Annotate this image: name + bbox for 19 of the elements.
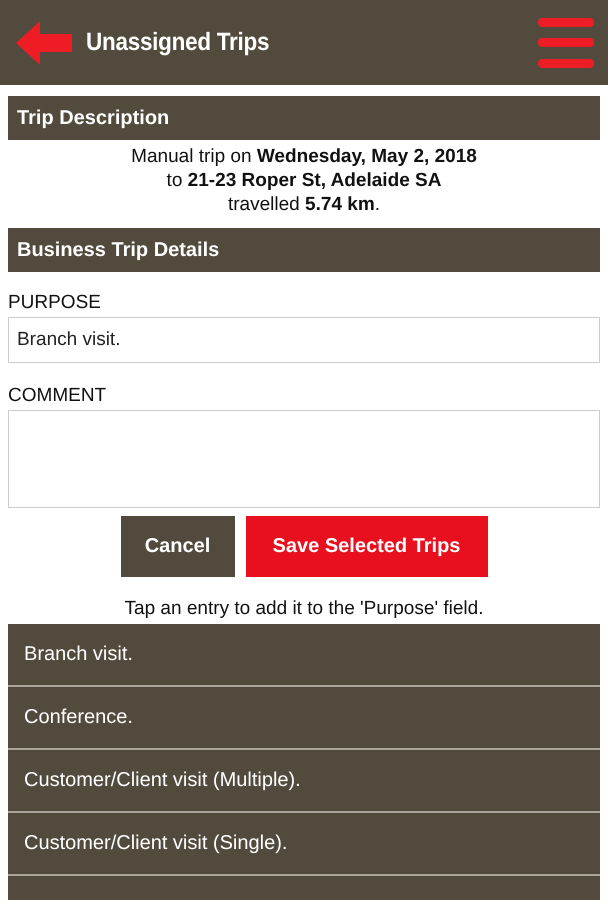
purpose-list-item[interactable]: Conference. xyxy=(8,687,600,750)
save-button[interactable]: Save Selected Trips xyxy=(246,516,488,577)
purpose-input-field[interactable]: Branch visit. xyxy=(8,317,600,363)
trip-description-text: to 21-23 Roper St, Adelaide SA xyxy=(166,169,442,193)
comment-input-field[interactable] xyxy=(8,410,600,508)
purpose-list-item[interactable]: Customer/Client visit (Multiple). xyxy=(8,750,600,813)
purpose-list-item[interactable]: Customer/Client visit (Single). xyxy=(8,813,600,876)
trip-description-text: Manual trip on Wednesday, May 2, 2018 xyxy=(131,145,477,169)
cancel-button[interactable]: Cancel xyxy=(120,516,234,577)
purpose-list-item[interactable]: Branch visit. xyxy=(8,624,600,687)
back-arrow-icon[interactable] xyxy=(16,20,72,64)
field-label: COMMENT xyxy=(8,385,108,407)
hint-text: Tap an entry to add it to the 'Purpose' field. xyxy=(124,598,484,620)
menu-icon[interactable] xyxy=(538,18,594,68)
section-header: Trip Description xyxy=(8,96,600,140)
page-title: Unassigned Trips xyxy=(86,28,270,57)
field-label: PURPOSE xyxy=(8,292,102,314)
trip-description-text: travelled 5.74 km. xyxy=(228,193,380,217)
section-header: Business Trip Details xyxy=(8,228,600,272)
